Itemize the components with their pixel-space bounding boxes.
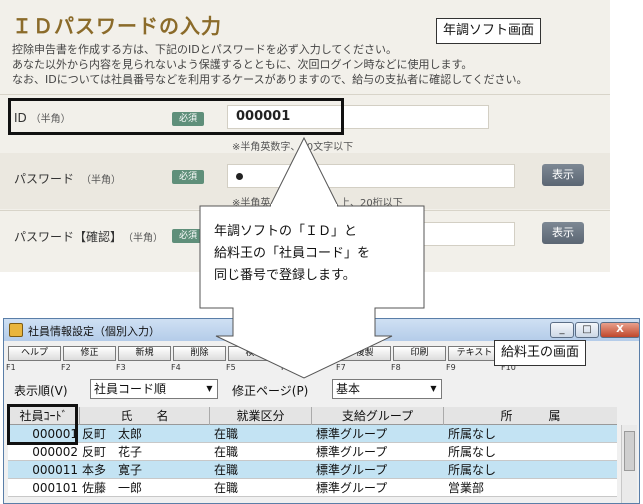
toolbar-button-f6[interactable] xyxy=(283,346,336,361)
required-badge: 必須 xyxy=(172,229,204,243)
cell-name: 反町 花子 xyxy=(82,445,143,459)
toolbar-button-f2[interactable]: 修正 xyxy=(63,346,116,361)
password-confirm-label: パスワード【確認】 （半角） xyxy=(14,230,164,244)
col-status[interactable]: 就業区分 xyxy=(210,407,312,425)
show-password-button[interactable]: 表示 xyxy=(542,164,584,186)
toolbar-button-f8[interactable]: 印刷 xyxy=(393,346,446,361)
edit-page-label: 修正ページ(P) xyxy=(232,384,309,398)
cell-dept: 所属なし xyxy=(448,463,497,477)
callout-line-1: 年調ソフトの「ＩＤ」と xyxy=(214,224,358,239)
cell-code: 000011 xyxy=(32,463,78,477)
toolbar-button-f1[interactable]: ヘルプ xyxy=(8,346,61,361)
function-key-caption: F3 xyxy=(116,363,126,372)
description-line-3: なお、IDについては社員番号などを利用するケースがありますので、給与の支払者に確… xyxy=(12,73,528,86)
required-badge: 必須 xyxy=(172,170,204,184)
close-button[interactable]: X xyxy=(600,322,639,338)
table-row[interactable]: 000011 本多 寛子 在職 標準グループ 所属なし xyxy=(8,461,617,479)
cell-group: 標準グループ xyxy=(316,481,388,495)
edit-page-value: 基本 xyxy=(336,382,361,396)
window-title: 社員情報設定（個別入力） xyxy=(28,325,160,338)
chevron-down-icon: ▼ xyxy=(206,384,213,393)
cell-group: 標準グループ xyxy=(316,463,388,477)
employee-code-highlight-frame xyxy=(7,404,78,445)
cell-status: 在職 xyxy=(214,445,239,459)
table-header: 社員ｺｰﾄﾞ 氏 名 就業区分 支給グループ 所 属 xyxy=(8,407,617,425)
password-hint-rest: 上、20桁以下 xyxy=(340,198,403,209)
display-order-value: 社員コード順 xyxy=(94,382,167,396)
description-line-1: 控除申告書を作成する方は、下記のIDとパスワードを必ず入力してください。 xyxy=(12,43,398,56)
cell-status: 在職 xyxy=(214,481,239,495)
callout-line-3: 同じ番号で登録します。 xyxy=(214,268,356,283)
toolbar-button-f5[interactable]: 検索 xyxy=(228,346,281,361)
cell-status: 在職 xyxy=(214,463,239,477)
divider xyxy=(0,94,610,95)
id-highlight-frame xyxy=(8,98,344,135)
cell-name: 佐藤 一郎 xyxy=(82,481,143,495)
function-key-caption: F6 xyxy=(281,363,291,372)
password-label: パスワード （半角） xyxy=(14,172,122,186)
nencho-screen-note: 年調ソフト画面 xyxy=(436,18,542,44)
callout-text: 年調ソフトの「ＩＤ」と 給料王の「社員コード」を 同じ番号で登録します。 xyxy=(214,221,412,287)
cell-group: 標準グループ xyxy=(316,445,388,459)
table-row[interactable]: 000002 反町 花子 在職 標準グループ 所属なし xyxy=(8,443,617,461)
page-title: ＩＤパスワードの入力 xyxy=(12,14,222,38)
chevron-down-icon: ▼ xyxy=(430,384,437,393)
cell-name: 反町 太郎 xyxy=(82,427,143,441)
function-key-caption: F7 xyxy=(336,363,346,372)
function-key-caption: F9 xyxy=(446,363,456,372)
display-order-select[interactable]: 社員コード順 ▼ xyxy=(90,379,218,399)
table-row[interactable]: 000101 佐藤 一郎 在職 標準グループ 営業部 xyxy=(8,479,617,497)
function-key-caption: F2 xyxy=(61,363,71,372)
maximize-button[interactable]: □ xyxy=(575,322,599,338)
table-row[interactable]: 000001 反町 太郎 在職 標準グループ 所属なし xyxy=(8,425,617,443)
cell-dept: 所属なし xyxy=(448,427,497,441)
function-key-caption: F4 xyxy=(171,363,181,372)
function-key-caption: F8 xyxy=(391,363,401,372)
cell-group: 標準グループ xyxy=(316,427,388,441)
kyuryoou-screen-note: 給料王の画面 xyxy=(494,340,587,366)
window-titlebar: 社員情報設定（個別入力） _ □ X xyxy=(4,319,639,341)
password-mask-dot xyxy=(236,173,243,180)
cell-dept: 営業部 xyxy=(448,481,485,495)
app-icon xyxy=(9,323,23,337)
password-hint: ※半角英 xyxy=(232,198,271,209)
edit-page-select[interactable]: 基本 ▼ xyxy=(332,379,442,399)
show-password-confirm-button[interactable]: 表示 xyxy=(542,222,584,244)
toolbar-button-f4[interactable]: 削除 xyxy=(173,346,226,361)
toolbar-button-f7[interactable]: 複製 xyxy=(338,346,391,361)
cell-code: 000101 xyxy=(32,481,78,495)
col-dept[interactable]: 所 属 xyxy=(444,407,617,425)
divider xyxy=(0,210,610,211)
function-key-caption: F1 xyxy=(6,363,16,372)
vertical-scrollbar[interactable] xyxy=(621,425,637,503)
password-input[interactable] xyxy=(227,164,515,188)
function-key-caption: F5 xyxy=(226,363,236,372)
cell-status: 在職 xyxy=(214,427,239,441)
cell-dept: 所属なし xyxy=(448,445,497,459)
minimize-button[interactable]: _ xyxy=(550,322,574,338)
scrollbar-thumb[interactable] xyxy=(624,431,635,471)
callout-line-2: 給料王の「社員コード」を xyxy=(214,246,371,261)
display-order-label: 表示順(V) xyxy=(14,384,68,398)
cell-code: 000002 xyxy=(32,445,78,459)
description-line-2: あなた以外から内容を見られないよう保護するとともに、次回ログイン時などに使用しま… xyxy=(12,58,473,71)
col-name[interactable]: 氏 名 xyxy=(80,407,210,425)
toolbar-button-f3[interactable]: 新規 xyxy=(118,346,171,361)
col-group[interactable]: 支給グループ xyxy=(312,407,444,425)
id-hint: ※半角英数字、20文字以下 xyxy=(232,142,354,153)
cell-name: 本多 寛子 xyxy=(82,463,143,477)
